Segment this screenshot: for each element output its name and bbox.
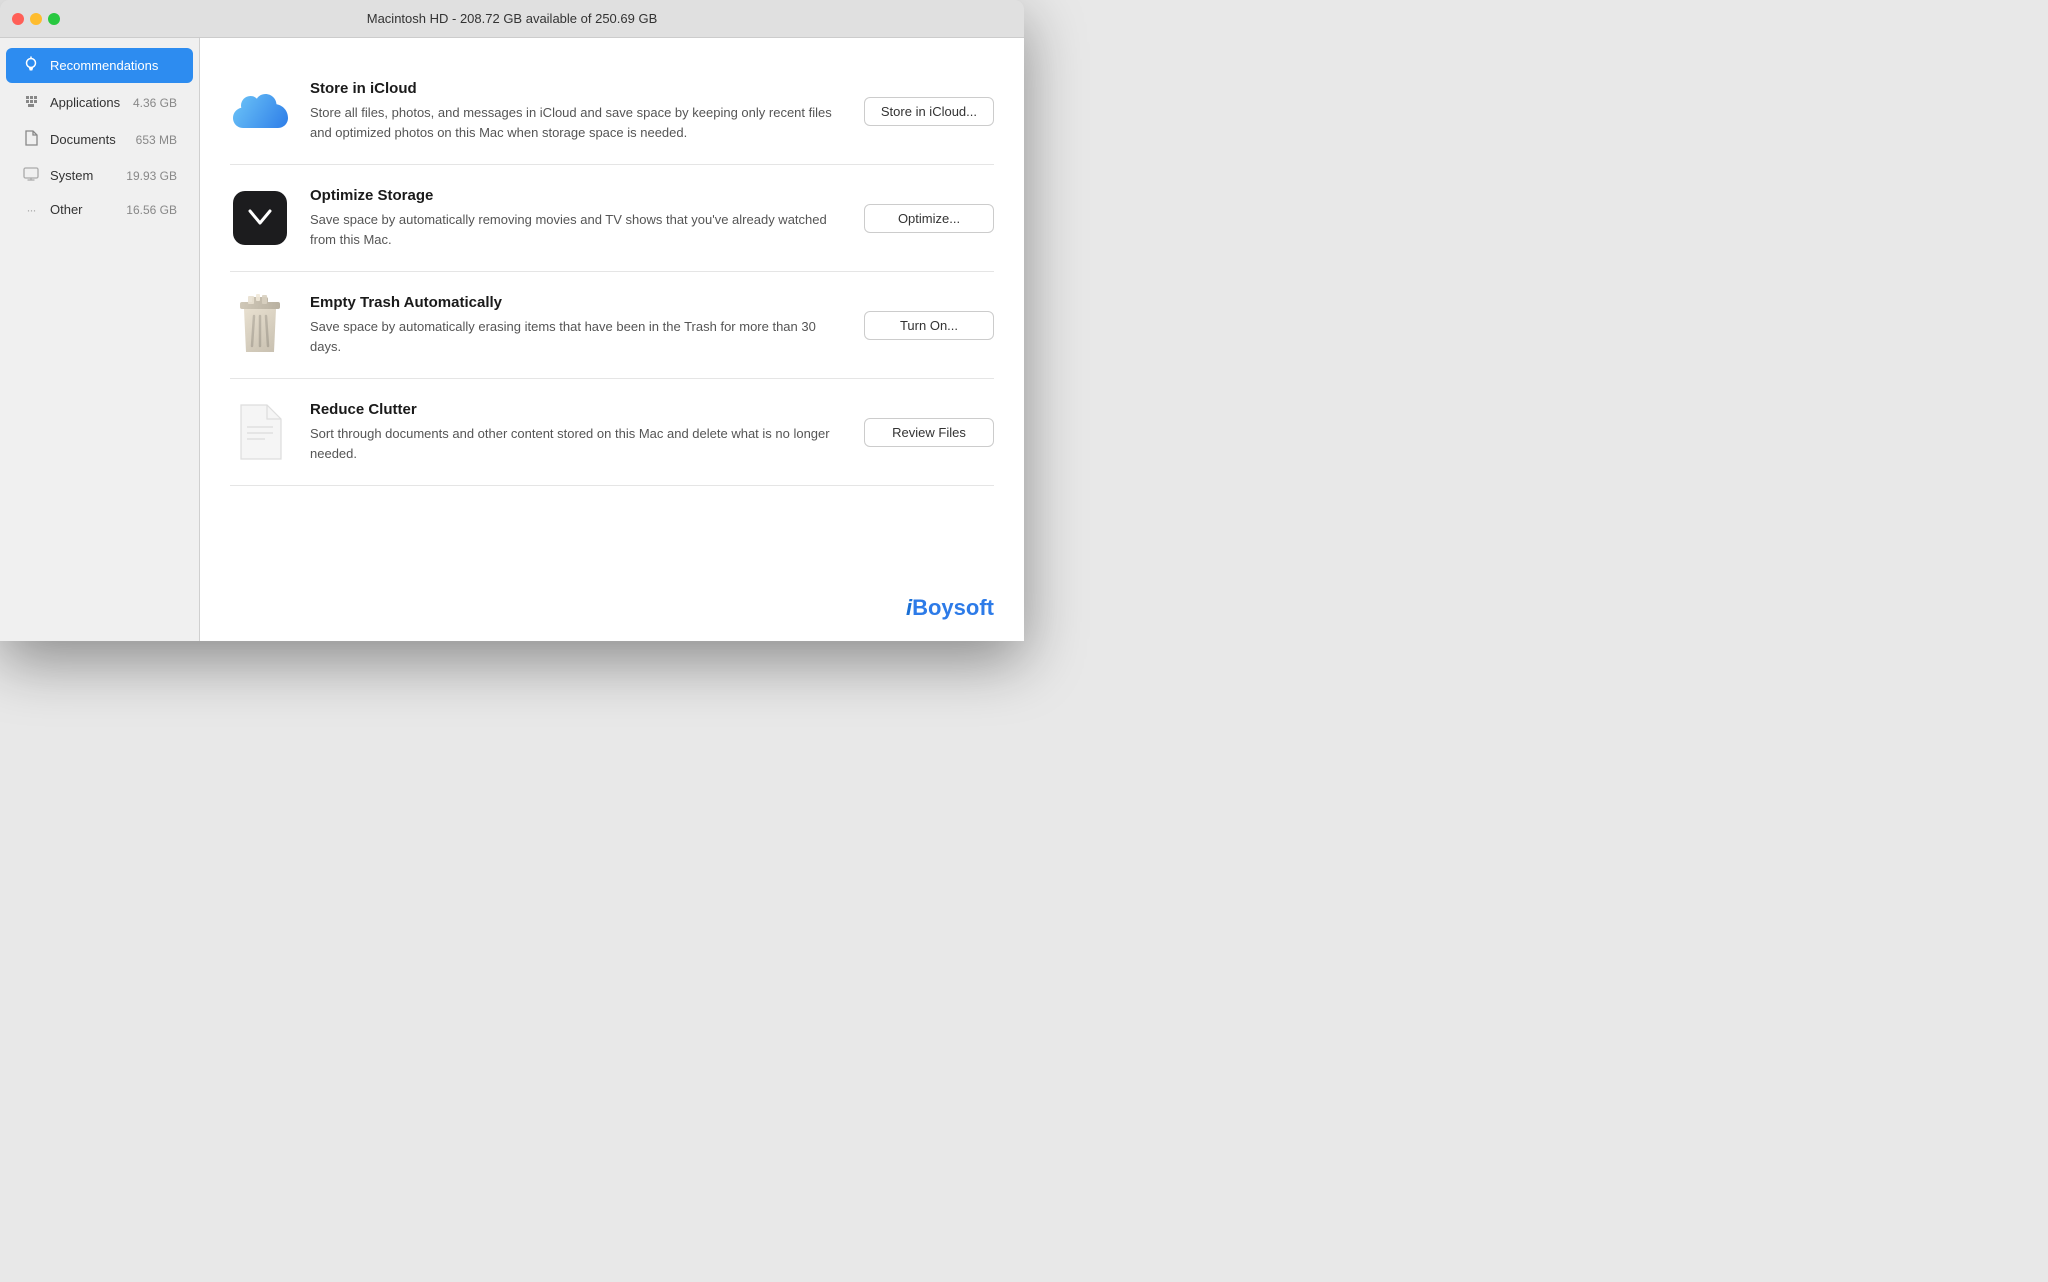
sidebar-item-label-applications: Applications (50, 95, 123, 110)
icloud-title: Store in iCloud (310, 80, 844, 97)
sidebar: Recommendations Applications 4.36 GB (0, 38, 200, 641)
other-icon: ··· (22, 203, 40, 217)
minimize-button[interactable] (30, 13, 42, 25)
optimize-button[interactable]: Optimize... (864, 204, 994, 233)
recommendation-trash: Empty Trash Automatically Save space by … (230, 272, 994, 379)
clutter-description: Sort through documents and other content… (310, 424, 844, 463)
optimize-title: Optimize Storage (310, 187, 844, 204)
sidebar-item-size-documents: 653 MB (136, 133, 177, 147)
sidebar-item-label-recommendations: Recommendations (50, 58, 177, 73)
trash-description: Save space by automatically erasing item… (310, 317, 844, 356)
recommendation-optimize: Optimize Storage Save space by automatic… (230, 165, 994, 272)
maximize-button[interactable] (48, 13, 60, 25)
appletv-icon (230, 188, 290, 248)
sidebar-item-documents[interactable]: Documents 653 MB (6, 122, 193, 157)
window-title: Macintosh HD - 208.72 GB available of 25… (367, 11, 658, 26)
trash-title: Empty Trash Automatically (310, 294, 844, 311)
clutter-content: Reduce Clutter Sort through documents an… (310, 401, 844, 463)
traffic-lights (12, 13, 60, 25)
icloud-content: Store in iCloud Store all files, photos,… (310, 80, 844, 142)
sidebar-item-recommendations[interactable]: Recommendations (6, 48, 193, 83)
store-in-icloud-button[interactable]: Store in iCloud... (864, 97, 994, 126)
trash-content: Empty Trash Automatically Save space by … (310, 294, 844, 356)
sidebar-item-label-documents: Documents (50, 132, 126, 147)
appletv-icon-graphic (233, 191, 287, 245)
title-bar: Macintosh HD - 208.72 GB available of 25… (0, 0, 1024, 38)
sidebar-item-label-other: Other (50, 202, 116, 217)
icloud-icon (230, 81, 290, 141)
paper-icon (230, 402, 290, 462)
sidebar-item-size-other: 16.56 GB (126, 203, 177, 217)
applications-icon (22, 93, 40, 112)
recommendation-clutter: Reduce Clutter Sort through documents an… (230, 379, 994, 486)
sidebar-item-other[interactable]: ··· Other 16.56 GB (6, 194, 193, 225)
lightbulb-icon (22, 56, 40, 75)
optimize-description: Save space by automatically removing mov… (310, 210, 844, 249)
optimize-content: Optimize Storage Save space by automatic… (310, 187, 844, 249)
main-container: Recommendations Applications 4.36 GB (0, 38, 1024, 641)
trash-icon (230, 295, 290, 355)
clutter-title: Reduce Clutter (310, 401, 844, 418)
sidebar-item-label-system: System (50, 168, 116, 183)
sidebar-item-applications[interactable]: Applications 4.36 GB (6, 85, 193, 120)
sidebar-item-system[interactable]: System 19.93 GB (6, 159, 193, 192)
sidebar-item-size-applications: 4.36 GB (133, 96, 177, 110)
iboysoft-watermark: iBoysoft (906, 595, 994, 621)
system-icon (22, 167, 40, 184)
recommendation-icloud: Store in iCloud Store all files, photos,… (230, 58, 994, 165)
icloud-description: Store all files, photos, and messages in… (310, 103, 844, 142)
watermark-rest: Boysoft (912, 595, 994, 620)
documents-icon (22, 130, 40, 149)
review-files-button[interactable]: Review Files (864, 418, 994, 447)
sidebar-item-size-system: 19.93 GB (126, 169, 177, 183)
turn-on-button[interactable]: Turn On... (864, 311, 994, 340)
close-button[interactable] (12, 13, 24, 25)
content-area: Store in iCloud Store all files, photos,… (200, 38, 1024, 641)
